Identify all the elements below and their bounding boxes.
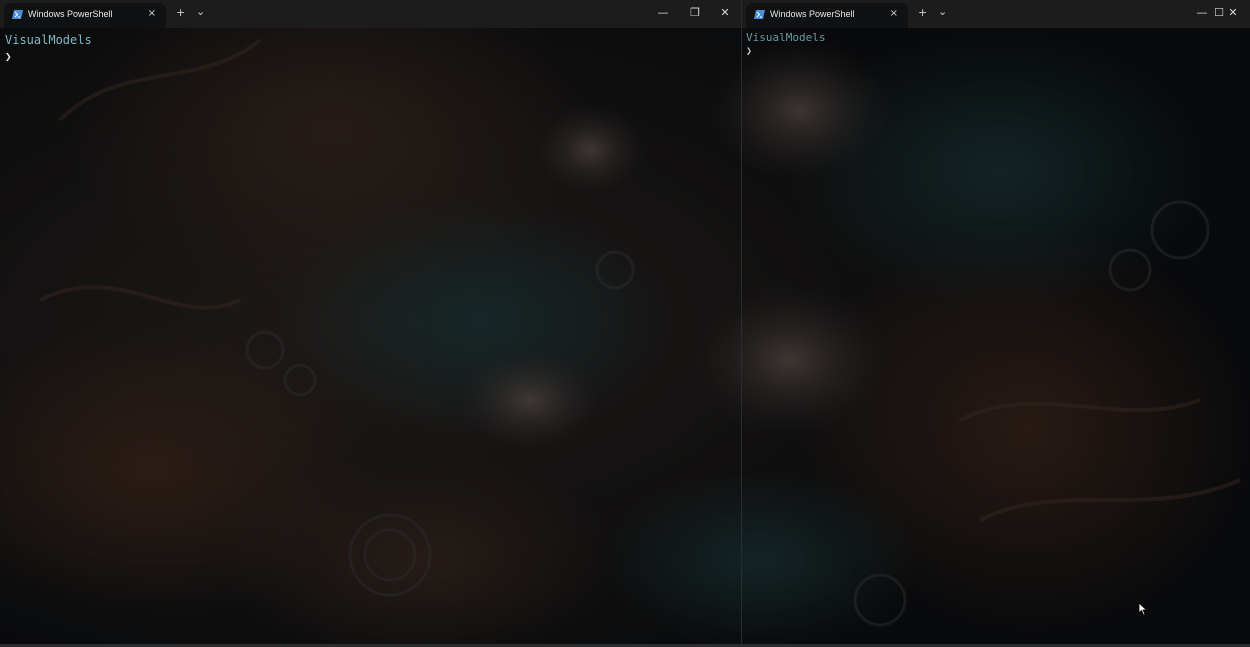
- tab-windows-powershell[interactable]: Windows PowerShell ×: [4, 3, 166, 28]
- prompt-directory: VisualModels: [5, 33, 92, 47]
- terminal-window-left: Windows PowerShell × + ⌄ — ❐ ✕ VisualMod…: [0, 0, 742, 647]
- desktop: Windows PowerShell × + ⌄ — ❐ ✕ VisualMod…: [0, 0, 1250, 647]
- minimize-button[interactable]: —: [650, 4, 676, 22]
- tab-close-icon[interactable]: ×: [148, 8, 156, 20]
- new-tab-icon[interactable]: +: [918, 6, 927, 20]
- prompt-caret: ❯: [5, 50, 12, 63]
- tab-windows-powershell[interactable]: Windows PowerShell ×: [746, 3, 908, 28]
- prompt-caret: ❯: [746, 46, 753, 57]
- tab-close-icon[interactable]: ×: [890, 8, 898, 20]
- title-bar[interactable]: Windows PowerShell × + ⌄ — ☐ ✕: [742, 0, 1250, 28]
- tab-title: Windows PowerShell: [28, 9, 113, 19]
- terminal-pane[interactable]: VisualModels ❯: [742, 28, 1250, 647]
- terminal-window-right: Windows PowerShell × + ⌄ — ☐ ✕ VisualMod…: [742, 0, 1250, 647]
- title-bar[interactable]: Windows PowerShell × + ⌄ — ❐ ✕: [0, 0, 742, 28]
- terminal-pane[interactable]: VisualModels ❯: [0, 28, 742, 647]
- powershell-icon: [12, 10, 23, 19]
- mouse-cursor-icon: [1138, 602, 1148, 616]
- new-tab-icon[interactable]: +: [176, 6, 185, 20]
- close-button[interactable]: ✕: [1220, 4, 1246, 22]
- restore-button[interactable]: ❐: [682, 4, 708, 22]
- chevron-down-icon[interactable]: ⌄: [938, 5, 947, 19]
- chevron-down-icon[interactable]: ⌄: [196, 5, 205, 19]
- powershell-icon: [754, 10, 765, 19]
- close-button[interactable]: ✕: [712, 4, 738, 22]
- tab-title: Windows PowerShell: [770, 9, 855, 19]
- prompt-directory: VisualModels: [746, 31, 826, 44]
